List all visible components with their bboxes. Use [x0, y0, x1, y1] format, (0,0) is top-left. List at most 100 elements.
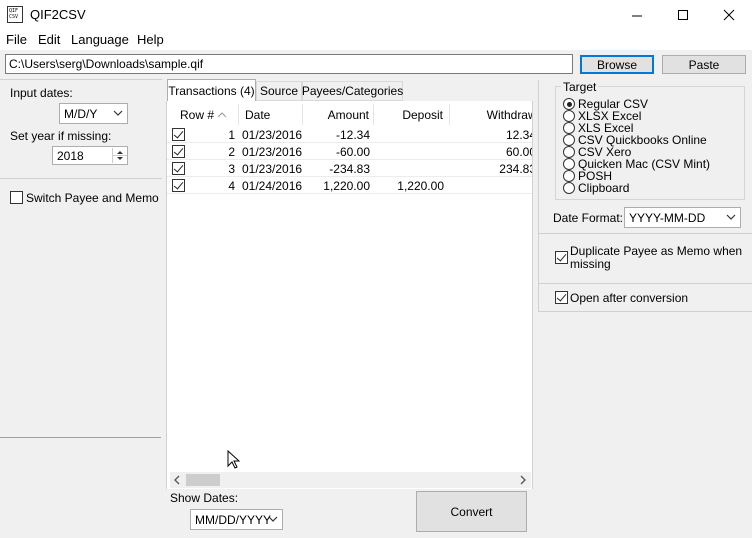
row-checkbox[interactable] [172, 145, 185, 158]
menu-edit[interactable]: Edit [38, 32, 60, 47]
column-header-row[interactable]: Row # [170, 104, 239, 125]
target-radio[interactable] [563, 122, 575, 134]
spinner-arrows-icon [113, 151, 127, 160]
input-dates-select[interactable]: M/D/Y [59, 103, 128, 124]
close-icon [723, 9, 735, 21]
app-icon: QIF CSV [7, 6, 23, 23]
cell-date: 01/24/2016 [239, 177, 303, 194]
cell-amount-text: -234.83 [329, 161, 370, 176]
sort-up-icon [217, 111, 227, 117]
minimize-button[interactable] [614, 0, 660, 30]
window-title: QIF2CSV [30, 7, 86, 22]
target-radio[interactable] [563, 182, 575, 194]
cell-amount: -60.00 [303, 143, 370, 160]
open-after-checkbox[interactable] [555, 291, 568, 304]
cell-date-text: 01/23/2016 [242, 127, 303, 142]
close-button[interactable] [706, 0, 752, 30]
date-format-select[interactable]: YYYY-MM-DD [624, 207, 741, 228]
target-label: Target [561, 80, 599, 94]
cell-deposit [374, 160, 444, 177]
tab-source[interactable]: Source [256, 81, 302, 101]
year-spinner[interactable]: 2018 [52, 146, 128, 165]
row-checkbox[interactable] [172, 179, 185, 192]
date-format-label: Date Format: [553, 211, 624, 225]
file-path-input[interactable]: C:\Users\serg\Downloads\sample.qif [5, 54, 573, 74]
switch-payee-checkbox[interactable] [10, 191, 23, 204]
cell-deposit: 1,220.00 [374, 177, 444, 194]
cell-date-text: 01/24/2016 [242, 178, 303, 193]
cell-withdrawal: 234.83 [450, 160, 532, 177]
column-header-deposit[interactable]: Deposit [374, 104, 450, 125]
show-dates-label: Show Dates: [170, 491, 239, 505]
cell-row-text: 4 [228, 178, 235, 193]
open-after-label: Open after conversion [570, 291, 689, 305]
cell-withdrawal: 60.00 [450, 143, 532, 160]
row-checkbox[interactable] [172, 162, 185, 175]
show-dates-value: MM/DD/YYYY [195, 512, 272, 527]
column-header-date[interactable]: Date [239, 104, 303, 125]
right-divider-2 [539, 283, 752, 284]
scrollbar-thumb[interactable] [186, 474, 220, 486]
target-option-label[interactable]: Clipboard [578, 181, 629, 195]
paste-button[interactable]: Paste [662, 55, 746, 74]
target-radio[interactable] [563, 98, 575, 110]
target-radio[interactable] [563, 146, 575, 158]
cell-amount-text: -12.34 [335, 127, 370, 142]
cell-withdrawal-text: 60.00 [505, 144, 532, 159]
show-dates-select[interactable]: MM/DD/YYYY [190, 509, 283, 530]
left-divider [0, 178, 162, 179]
duplicate-payee-checkbox[interactable] [555, 251, 568, 264]
column-header-withdrawal-label: Withdrawal [486, 107, 532, 122]
cell-row: 4 [190, 177, 235, 194]
input-dates-value: M/D/Y [64, 106, 98, 121]
input-dates-label: Input dates: [10, 86, 73, 100]
target-radio[interactable] [563, 134, 575, 146]
cell-amount: -234.83 [303, 160, 370, 177]
right-divider-3 [539, 311, 752, 312]
date-format-value: YYYY-MM-DD [629, 210, 706, 225]
cell-amount: -12.34 [303, 126, 370, 143]
scroll-left-icon[interactable] [172, 475, 182, 485]
horizontal-scrollbar[interactable] [170, 472, 531, 488]
cell-deposit-text: 1,220.00 [397, 178, 444, 193]
mouse-cursor-icon [227, 450, 241, 469]
cell-withdrawal-text: 12.34 [505, 127, 532, 142]
spinner-buttons[interactable] [112, 148, 127, 163]
cell-row-text: 3 [228, 161, 235, 176]
cell-row: 1 [190, 126, 235, 143]
cell-deposit [374, 143, 444, 160]
cell-amount-text: -60.00 [335, 144, 370, 159]
target-radio[interactable] [563, 170, 575, 182]
cell-deposit [374, 126, 444, 143]
row-checkbox[interactable] [172, 128, 185, 141]
cell-withdrawal-text: 234.83 [499, 161, 532, 176]
target-radio[interactable] [563, 158, 575, 170]
cell-date: 01/23/2016 [239, 143, 303, 160]
maximize-button[interactable] [660, 0, 706, 30]
column-header-withdrawal[interactable]: Withdrawal [450, 104, 532, 125]
cell-date: 01/23/2016 [239, 160, 303, 177]
right-divider-1 [539, 233, 752, 234]
tab-payees-categories[interactable]: Payees/Categories [302, 81, 403, 101]
cell-withdrawal: 12.34 [450, 126, 532, 143]
cell-date-text: 01/23/2016 [242, 144, 303, 159]
convert-button[interactable]: Convert [416, 491, 527, 532]
menu-help[interactable]: Help [137, 32, 164, 47]
maximize-icon [678, 10, 688, 20]
switch-payee-label: Switch Payee and Memo [26, 191, 159, 205]
browse-button[interactable]: Browse [580, 55, 654, 74]
chevron-down-icon [113, 110, 123, 116]
cell-date: 01/23/2016 [239, 126, 303, 143]
tab-transactions[interactable]: Transactions (4) [167, 79, 256, 102]
column-header-amount[interactable]: Amount [303, 104, 374, 125]
cell-row: 2 [190, 143, 235, 160]
left-divider-top [0, 79, 162, 80]
target-radio[interactable] [563, 110, 575, 122]
chevron-down-icon [726, 214, 736, 220]
chevron-down-icon [268, 516, 278, 522]
scroll-right-icon[interactable] [518, 475, 528, 485]
menu-file[interactable]: File [6, 32, 27, 47]
minimize-icon [632, 15, 642, 17]
left-bottom-divider [0, 437, 161, 438]
menu-language[interactable]: Language [71, 32, 129, 47]
